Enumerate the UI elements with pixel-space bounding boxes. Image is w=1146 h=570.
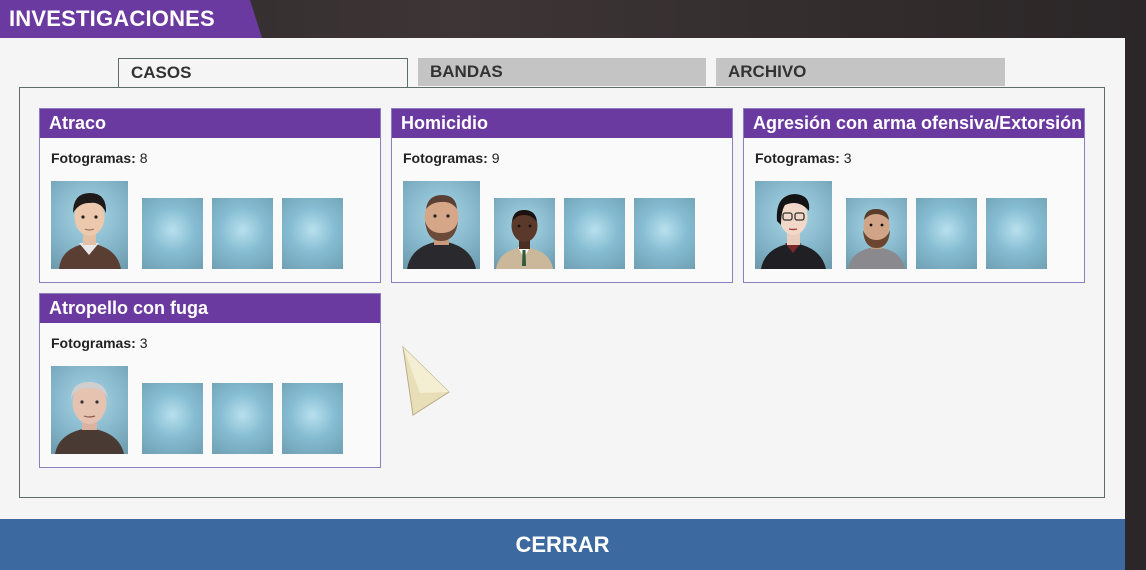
frames-label: Fotogramas: xyxy=(51,335,136,351)
empty-frame-slot[interactable] xyxy=(986,198,1047,269)
tab-bandas[interactable]: BANDAS xyxy=(418,58,706,86)
young-man-portrait-icon xyxy=(59,193,121,269)
frames-count: Fotogramas: 3 xyxy=(755,150,851,166)
empty-frame-slot[interactable] xyxy=(142,383,203,454)
case-card-homicidio[interactable]: Homicidio Fotogramas: 9 xyxy=(391,108,733,283)
frames-value: 3 xyxy=(843,150,852,166)
woman-with-glasses-portrait-icon xyxy=(761,194,826,269)
frames-count: Fotogramas: 3 xyxy=(51,335,147,351)
case-title: Agresión con arma ofensiva/Extorsión xyxy=(744,109,1084,138)
frames-count: Fotogramas: 9 xyxy=(403,150,499,166)
empty-frame-slot[interactable] xyxy=(916,198,977,269)
tab-casos[interactable]: CASOS xyxy=(118,58,408,88)
frames-value: 3 xyxy=(139,335,148,351)
empty-frame-slot[interactable] xyxy=(564,198,625,269)
case-title: Homicidio xyxy=(392,109,732,138)
suspect-portrait[interactable] xyxy=(846,198,907,269)
empty-frame-slot[interactable] xyxy=(634,198,695,269)
empty-frame-slot[interactable] xyxy=(282,383,343,454)
frames-count: Fotogramas: 8 xyxy=(51,150,147,166)
empty-frame-slot[interactable] xyxy=(282,198,343,269)
case-title: Atropello con fuga xyxy=(40,294,380,323)
case-title: Atraco xyxy=(40,109,380,138)
empty-frame-slot[interactable] xyxy=(212,198,273,269)
close-button[interactable]: CERRAR xyxy=(0,519,1125,570)
pointer-cursor-icon xyxy=(402,345,450,416)
bearded-man-portrait-icon xyxy=(848,209,905,269)
bearded-man-portrait-icon xyxy=(407,195,476,269)
suspect-portrait[interactable] xyxy=(51,366,128,454)
window-title: INVESTIGACIONES xyxy=(0,0,262,38)
frames-value: 8 xyxy=(139,150,148,166)
case-card-atropello[interactable]: Atropello con fuga Fotogramas: 3 xyxy=(39,293,381,468)
suspect-portrait[interactable] xyxy=(403,181,480,269)
case-card-atraco[interactable]: Atraco Fotogramas: 8 xyxy=(39,108,381,283)
frames-label: Fotogramas: xyxy=(403,150,488,166)
empty-frame-slot[interactable] xyxy=(212,383,273,454)
frames-label: Fotogramas: xyxy=(755,150,840,166)
elderly-man-portrait-icon xyxy=(55,382,124,454)
cases-grid: Atraco Fotogramas: 8 Homicidio Fotograma… xyxy=(19,87,1105,498)
tab-archivo[interactable]: ARCHIVO xyxy=(716,58,1005,86)
suspect-portrait[interactable] xyxy=(494,198,555,269)
suspect-portrait[interactable] xyxy=(755,181,832,269)
suited-man-portrait-icon xyxy=(496,210,553,269)
empty-frame-slot[interactable] xyxy=(142,198,203,269)
suspect-portrait[interactable] xyxy=(51,181,128,269)
frames-value: 9 xyxy=(491,150,500,166)
frames-label: Fotogramas: xyxy=(51,150,136,166)
case-card-agresion[interactable]: Agresión con arma ofensiva/Extorsión Fot… xyxy=(743,108,1085,283)
